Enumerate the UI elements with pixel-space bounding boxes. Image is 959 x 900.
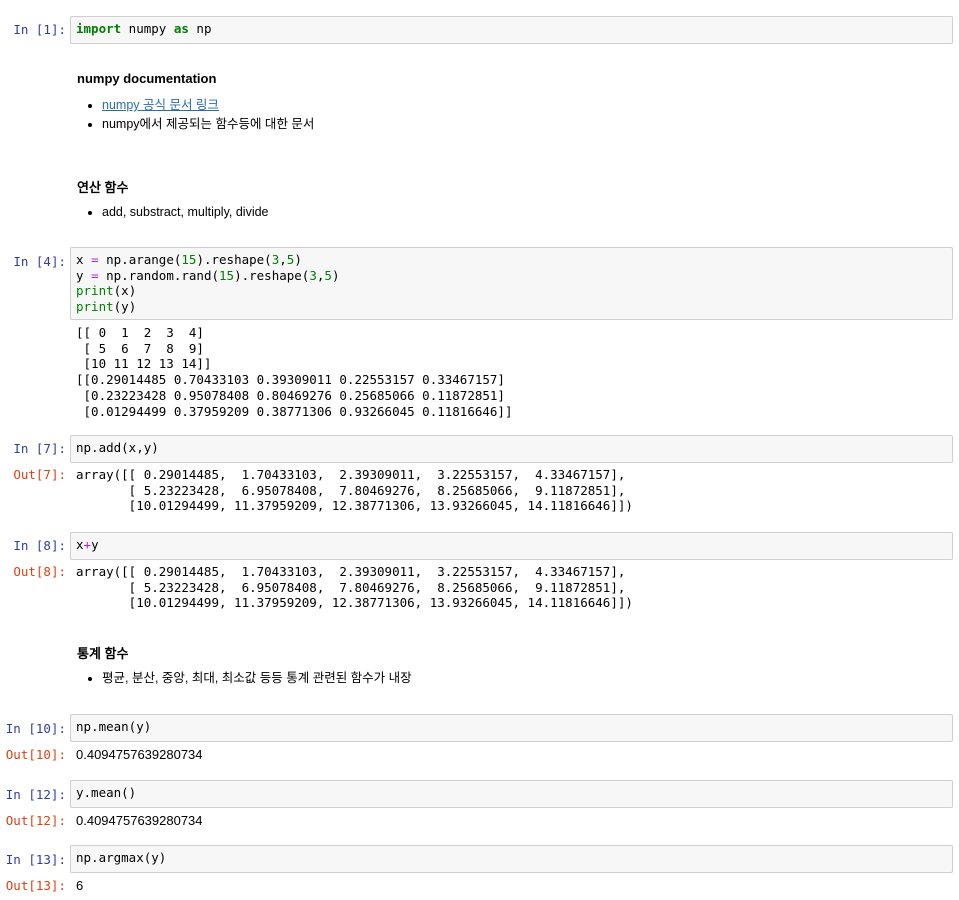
input-prompt: In [12]: — [5, 787, 66, 802]
markdown-list: numpy 공식 문서 링크 numpy에서 제공되는 함수등에 대한 문서 — [77, 96, 314, 134]
numpy-docs-link[interactable]: numpy 공식 문서 링크 — [102, 98, 219, 112]
cell-output: [[ 0 1 2 3 4] [ 5 6 7 8 9] [10 11 12 13 … — [76, 325, 513, 419]
input-prompt: In [8]: — [13, 538, 66, 553]
cell-output: 0.4094757639280734 — [76, 747, 203, 762]
input-prompt: In [4]: — [13, 254, 66, 269]
cell-output: array([[ 0.29014485, 1.70433103, 2.39309… — [76, 564, 633, 611]
output-prompt: Out[12]: — [5, 813, 66, 828]
code-cell-editor[interactable]: np.argmax(y) — [70, 845, 953, 873]
input-prompt: In [13]: — [5, 852, 66, 867]
output-prompt: Out[13]: — [5, 878, 66, 893]
list-item: numpy에서 제공되는 함수등에 대한 문서 — [102, 115, 314, 134]
list-item: add, substract, multiply, divide — [102, 203, 269, 222]
code-cell-editor[interactable]: np.mean(y) — [70, 714, 953, 742]
output-prompt: Out[8]: — [13, 564, 66, 579]
input-prompt: In [7]: — [13, 441, 66, 456]
code-text: x — [76, 537, 84, 552]
code-cell-editor[interactable]: import numpy as np — [70, 16, 953, 44]
code-text: numpy — [121, 21, 174, 36]
code-text: np — [188, 21, 212, 36]
list-item: 평균, 분산, 중앙, 최대, 최소값 등등 통계 관련된 함수가 내장 — [102, 669, 412, 688]
output-prompt: Out[7]: — [13, 467, 66, 482]
code-text: y — [91, 537, 99, 552]
code-cell-editor[interactable]: x+y — [70, 532, 953, 560]
code-keyword: import — [76, 21, 122, 36]
cell-output: 6 — [76, 878, 84, 893]
output-prompt: Out[10]: — [5, 747, 66, 762]
code-cell-editor[interactable]: np.add(x,y) — [70, 435, 953, 463]
cell-output: array([[ 0.29014485, 1.70433103, 2.39309… — [76, 467, 633, 514]
list-item: numpy 공식 문서 링크 — [102, 96, 314, 115]
code-cell-editor[interactable]: y.mean() — [70, 780, 953, 808]
input-prompt: In [1]: — [13, 22, 66, 37]
markdown-heading: 연산 함수 — [77, 180, 129, 195]
markdown-list: 평균, 분산, 중앙, 최대, 최소값 등등 통계 관련된 함수가 내장 — [77, 669, 412, 688]
markdown-heading: 통계 함수 — [77, 646, 129, 661]
markdown-heading: numpy documentation — [77, 71, 217, 86]
cell-output: 0.4094757639280734 — [76, 813, 203, 828]
code-keyword: as — [173, 21, 189, 36]
input-prompt: In [10]: — [5, 721, 66, 736]
code-cell-editor[interactable]: x = np.arange(15).reshape(3,5) y = np.ra… — [70, 247, 953, 320]
markdown-list: add, substract, multiply, divide — [77, 203, 269, 222]
code-operator: + — [83, 537, 92, 552]
